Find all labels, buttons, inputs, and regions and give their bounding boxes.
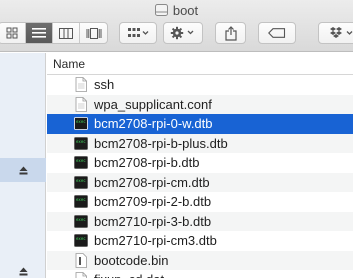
file-row[interactable]: exec bcm2708-rpi-b-plus.dtb — [47, 133, 353, 153]
svg-text:exec: exec — [76, 197, 86, 202]
view-mode-control — [0, 22, 108, 44]
window-title-text: boot — [172, 2, 199, 18]
binary-file-icon — [75, 252, 87, 268]
executable-file-icon: exec — [74, 195, 88, 209]
svg-text:exec: exec — [76, 119, 86, 124]
share-icon — [224, 25, 237, 41]
svg-text:exec: exec — [76, 178, 86, 183]
cover-flow-icon — [86, 27, 101, 39]
svg-text:exec: exec — [76, 139, 86, 144]
file-row[interactable]: exec bcm2710-rpi-cm3.dtb — [47, 231, 353, 251]
file-name: bcm2710-rpi-cm3.dtb — [94, 233, 217, 249]
window-title: boot — [0, 2, 353, 18]
file-row[interactable]: ssh — [47, 75, 353, 95]
gallery-view-button[interactable] — [80, 23, 107, 43]
file-row[interactable]: exec bcm2708-rpi-b.dtb — [47, 153, 353, 173]
file-list: Name ssh wpa_supplicant.confexec bcm2708-r… — [47, 53, 353, 278]
document-icon — [75, 96, 87, 112]
file-row[interactable]: wpa_supplicant.conf — [47, 94, 353, 114]
executable-file-icon: exec — [74, 234, 88, 248]
executable-file-icon: exec — [74, 136, 88, 150]
finder-window: boot Name ssh wpa_supplicant.conf exec b… — [0, 0, 353, 278]
column-view-button[interactable] — [53, 23, 80, 43]
file-name: bootcode.bin — [94, 252, 169, 268]
dropbox-icon — [329, 27, 352, 38]
action-menu-button[interactable] — [163, 22, 203, 44]
executable-file-icon: exec — [74, 156, 88, 170]
share-button[interactable] — [215, 22, 246, 44]
toolbar: boot — [0, 0, 353, 52]
file-name: bcm2708-rpi-cm.dtb — [94, 174, 210, 190]
eject-button-boot[interactable] — [0, 158, 46, 182]
gear-icon — [170, 26, 194, 40]
icon-grid-icon — [6, 27, 18, 39]
file-row[interactable]: fixup_cd.dat — [47, 270, 353, 278]
file-name: fixup_cd.dat — [94, 272, 164, 278]
tags-button[interactable] — [258, 22, 296, 44]
document-icon — [75, 272, 87, 278]
file-rows: ssh wpa_supplicant.confexec bcm2708-rpi-0-… — [47, 75, 353, 278]
file-row[interactable]: exec bcm2710-rpi-3-b.dtb — [47, 211, 353, 231]
columns-icon — [59, 27, 73, 39]
file-name: ssh — [94, 77, 115, 93]
eject-button-drive[interactable] — [0, 259, 46, 278]
list-lines-icon — [32, 28, 46, 38]
file-row[interactable]: exec bcm2708-rpi-0-w.dtb — [47, 114, 353, 134]
svg-text:exec: exec — [76, 217, 86, 222]
svg-text:exec: exec — [76, 236, 86, 241]
eject-icon — [19, 267, 27, 275]
sidebar — [0, 53, 46, 278]
executable-file-icon: exec — [74, 214, 88, 228]
file-row[interactable]: exec bcm2708-rpi-cm.dtb — [47, 172, 353, 192]
tag-icon — [268, 28, 286, 38]
name-column-header[interactable]: Name — [47, 53, 353, 75]
document-icon — [75, 77, 87, 93]
svg-text:exec: exec — [76, 158, 86, 163]
eject-icon — [19, 166, 27, 174]
group-by-button[interactable] — [119, 22, 157, 44]
file-row[interactable]: bootcode.bin — [47, 250, 353, 270]
file-name: bcm2708-rpi-b.dtb — [94, 155, 200, 171]
group-grid-icon — [128, 28, 149, 37]
file-row[interactable]: exec bcm2709-rpi-2-b.dtb — [47, 192, 353, 212]
icon-view-button[interactable] — [0, 23, 26, 43]
executable-file-icon: exec — [74, 117, 88, 131]
executable-file-icon: exec — [74, 175, 88, 189]
file-name: bcm2708-rpi-0-w.dtb — [94, 116, 213, 132]
list-view-button[interactable] — [26, 23, 53, 43]
dropbox-button[interactable] — [318, 22, 353, 44]
file-name: bcm2709-rpi-2-b.dtb — [94, 194, 212, 210]
file-name: bcm2708-rpi-b-plus.dtb — [94, 135, 228, 151]
file-name: bcm2710-rpi-3-b.dtb — [94, 213, 212, 229]
drive-icon — [154, 4, 168, 16]
file-name: wpa_supplicant.conf — [94, 96, 212, 112]
